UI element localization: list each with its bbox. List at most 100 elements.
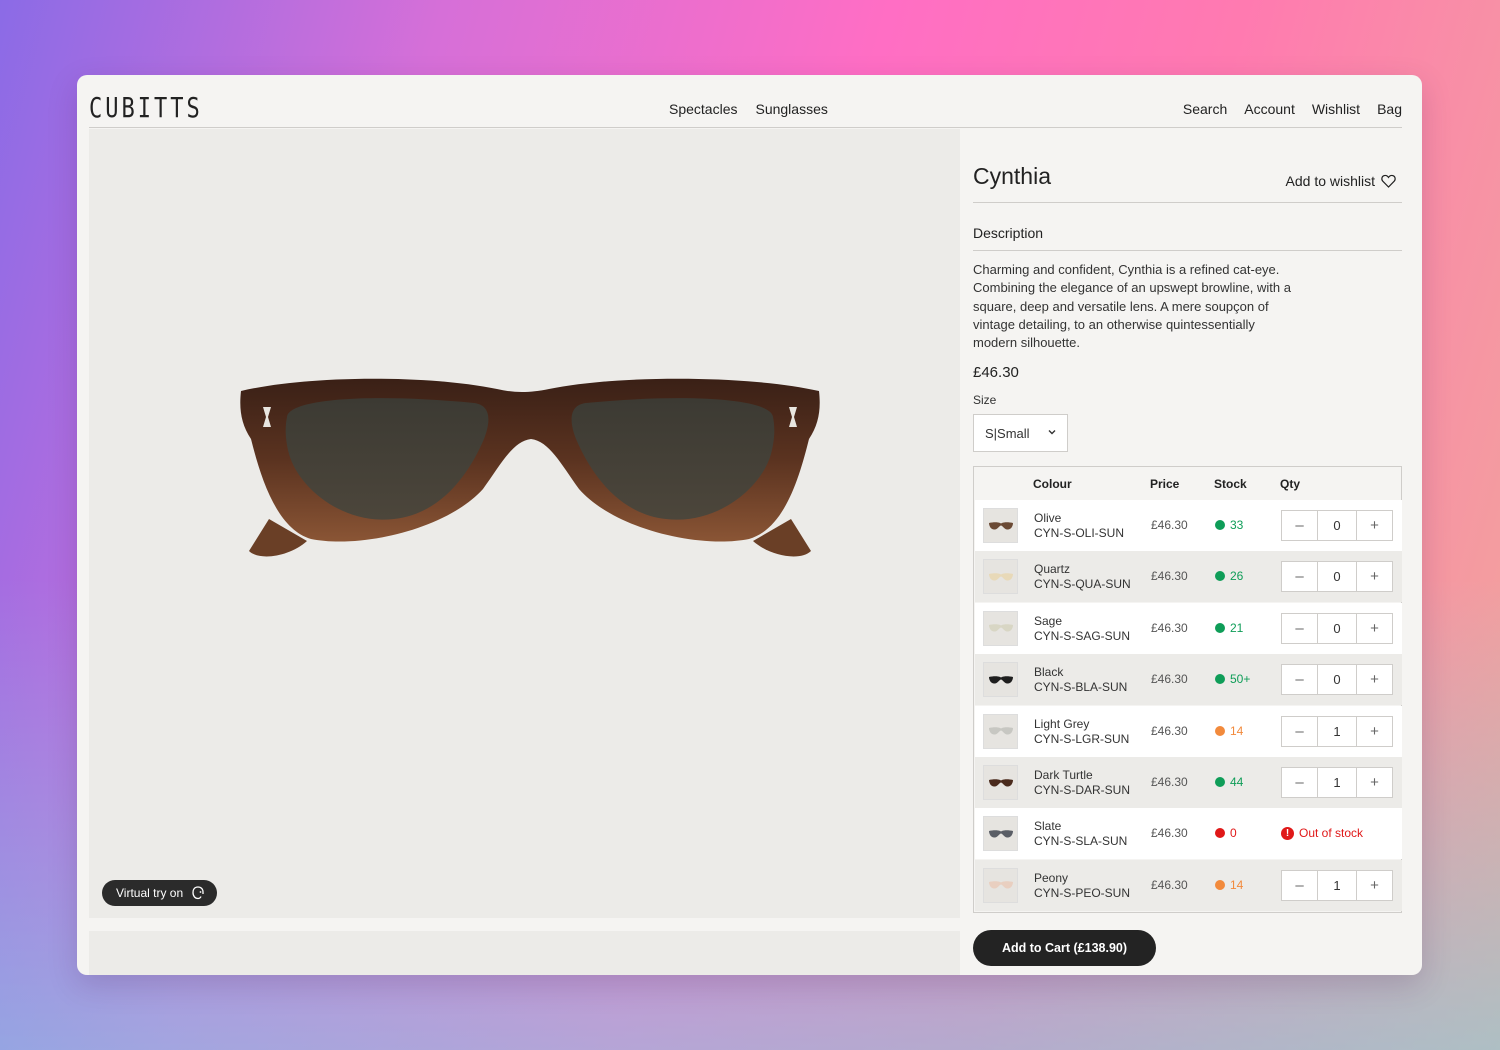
minus-icon[interactable]: –: [1282, 665, 1317, 694]
variant-price: £46.30: [1151, 775, 1188, 789]
stock-status-dot: [1215, 622, 1225, 633]
nav-account[interactable]: Account: [1244, 101, 1295, 117]
variant-name: Dark Turtle CYN-S-DAR-SUN: [1034, 768, 1130, 798]
glasses-thumbnail-icon: [988, 624, 1013, 632]
plus-icon[interactable]: +: [1357, 614, 1392, 643]
variant-sku: CYN-S-QUA-SUN: [1034, 577, 1131, 592]
variant-thumbnail: [983, 559, 1018, 595]
quantity-value[interactable]: 1: [1317, 870, 1357, 900]
plus-icon[interactable]: +: [1357, 511, 1392, 540]
plus-icon[interactable]: +: [1357, 871, 1392, 900]
stock-status-dot: [1215, 520, 1225, 530]
variant-colour: Light Grey: [1034, 716, 1090, 731]
stock-count: 14: [1230, 877, 1244, 892]
quantity-stepper: –1 +: [1281, 767, 1393, 798]
utility-nav: Search Account Wishlist Bag: [1183, 101, 1402, 117]
variant-colour: Quartz: [1034, 562, 1071, 577]
variant-sku: CYN-S-DAR-SUN: [1034, 783, 1130, 797]
stock-count: 14: [1230, 723, 1244, 738]
nav-sunglasses[interactable]: Sunglasses: [755, 101, 827, 117]
main-nav: Spectacles Sunglasses: [669, 101, 828, 117]
minus-icon[interactable]: –: [1282, 562, 1317, 591]
variant-stock: 33: [1215, 518, 1243, 532]
minus-icon[interactable]: –: [1282, 717, 1317, 746]
header-stock: Stock: [1214, 477, 1247, 491]
variant-price: £46.30: [1151, 569, 1188, 584]
stock-status-dot: [1215, 879, 1225, 890]
quantity-value[interactable]: 1: [1317, 716, 1357, 746]
nav-search[interactable]: Search: [1183, 101, 1227, 117]
nav-wishlist[interactable]: Wishlist: [1312, 101, 1360, 117]
minus-icon[interactable]: –: [1282, 871, 1317, 900]
variant-sku: CYN-S-SLA-SUN: [1034, 834, 1128, 849]
variant-name: Sage CYN-S-SAG-SUN: [1034, 614, 1130, 644]
header-colour: Colour: [1033, 477, 1072, 491]
variant-stock: 21: [1215, 621, 1243, 635]
quantity-stepper: –0 +: [1281, 664, 1393, 696]
quantity-value[interactable]: 0: [1317, 665, 1357, 695]
variant-name: Peony CYN-S-PEO-SUN: [1034, 871, 1130, 901]
variant-row: Light Grey CYN-S-LGR-SUN £46.30 14 –1 +: [975, 705, 1402, 757]
glasses-thumbnail-icon: [988, 573, 1013, 581]
quantity-stepper: –1 +: [1281, 715, 1393, 747]
variant-price: £46.30: [1151, 723, 1188, 738]
variant-colour: Olive: [1034, 511, 1062, 525]
variant-stock: 44: [1215, 775, 1243, 789]
nav-bag[interactable]: Bag: [1377, 101, 1402, 117]
plus-icon[interactable]: +: [1357, 562, 1392, 591]
quantity-stepper: –0 +: [1281, 561, 1393, 593]
quantity-value[interactable]: 0: [1317, 613, 1357, 643]
brand-logo[interactable]: CUBITTS: [89, 93, 203, 124]
stock-count: 0: [1230, 826, 1237, 841]
size-select[interactable]: S|Small: [973, 414, 1068, 452]
add-to-wishlist-button[interactable]: Add to wishlist: [1286, 173, 1396, 189]
site-header: CUBITTS Spectacles Sunglasses Search Acc…: [89, 75, 1402, 128]
variant-price: £46.30: [1151, 826, 1188, 841]
glasses-thumbnail-icon: [988, 727, 1013, 735]
sunglasses-image: [240, 378, 820, 557]
product-image: Virtual try on: [89, 129, 960, 918]
stock-status-dot: [1215, 674, 1225, 685]
description-text: Charming and confident, Cynthia is a ref…: [973, 262, 1291, 351]
minus-icon[interactable]: –: [1282, 511, 1317, 540]
stock-count: 33: [1230, 518, 1244, 532]
glasses-thumbnail-icon: [988, 830, 1013, 838]
heart-icon: [1381, 174, 1396, 188]
variant-stock: 50+: [1215, 672, 1250, 686]
variant-colour: Sage: [1034, 613, 1063, 628]
glasses-thumbnail-icon: [988, 521, 1013, 530]
quantity-value[interactable]: 0: [1317, 511, 1357, 540]
variant-row: Black CYN-S-BLA-SUN £46.30 50+ –0 +: [975, 654, 1402, 706]
variant-row: Dark Turtle CYN-S-DAR-SUN £46.30 44 –1 +: [975, 757, 1402, 808]
stock-status-dot: [1215, 828, 1225, 839]
quantity-value[interactable]: 1: [1317, 768, 1357, 797]
plus-icon[interactable]: +: [1357, 768, 1392, 797]
size-label: Size: [973, 393, 997, 407]
virtual-try-on-label: Virtual try on: [116, 886, 184, 900]
variant-thumbnail: [983, 765, 1018, 800]
header-price: Price: [1150, 477, 1180, 491]
variant-stock: 26: [1215, 569, 1243, 583]
minus-icon[interactable]: –: [1282, 768, 1317, 797]
out-of-stock-notice: ! Out of stock: [1281, 826, 1363, 840]
variant-price: £46.30: [1151, 672, 1188, 687]
add-to-cart-button[interactable]: Add to Cart (£138.90): [973, 930, 1156, 966]
minus-icon[interactable]: –: [1282, 614, 1317, 643]
header-qty: Qty: [1280, 477, 1301, 491]
plus-icon[interactable]: +: [1357, 665, 1392, 694]
variant-name: Olive CYN-S-OLI-SUN: [1034, 511, 1124, 541]
variant-sku: CYN-S-PEO-SUN: [1034, 885, 1131, 900]
plus-icon[interactable]: +: [1357, 717, 1392, 746]
virtual-try-on-button[interactable]: Virtual try on: [102, 880, 218, 906]
variant-row: Quartz CYN-S-QUA-SUN £46.30 26 –0 +: [975, 551, 1402, 603]
variant-name: Quartz CYN-S-QUA-SUN: [1034, 562, 1131, 592]
quantity-value[interactable]: 0: [1317, 562, 1357, 592]
variant-thumbnail: [983, 713, 1018, 749]
browser-window: CUBITTS Spectacles Sunglasses Search Acc…: [77, 75, 1422, 975]
glasses-thumbnail-icon: [988, 675, 1013, 684]
stock-count: 26: [1230, 569, 1244, 584]
product-price: £46.30: [973, 364, 1019, 381]
nav-spectacles[interactable]: Spectacles: [669, 101, 737, 117]
variant-thumbnail: [983, 610, 1018, 646]
variant-row: Sage CYN-S-SAG-SUN £46.30 21 –0 +: [975, 602, 1402, 654]
